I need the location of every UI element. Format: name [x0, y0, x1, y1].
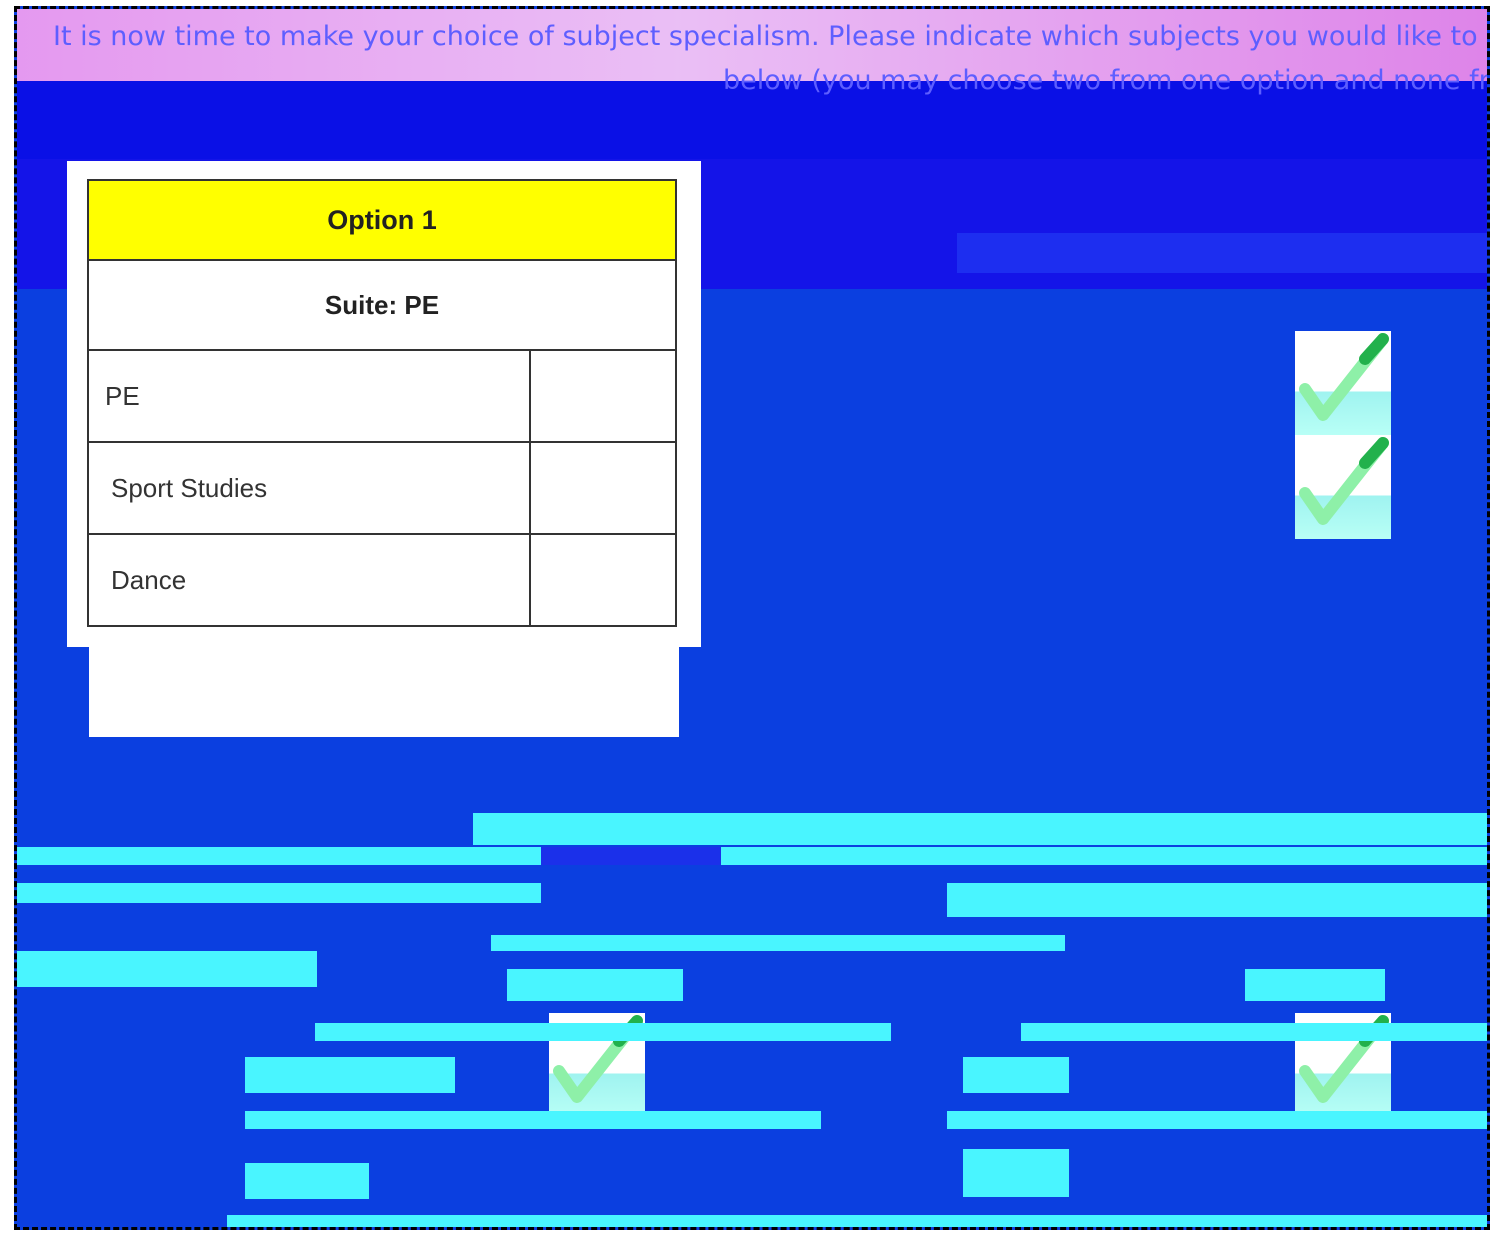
suite-title: Suite: PE — [87, 259, 677, 351]
subject-choice-box[interactable] — [529, 533, 677, 627]
subject-label: PE — [87, 349, 531, 443]
artifact-stripe — [947, 883, 1487, 917]
artifact-stripe — [473, 813, 1487, 845]
artifact-stripe — [315, 1023, 891, 1041]
card-lower-panel — [89, 647, 679, 737]
artifact-stripe — [227, 1215, 1487, 1227]
artifact-stripe — [491, 935, 1065, 951]
artifact-stripe — [245, 1163, 369, 1199]
subject-choice-box[interactable] — [529, 441, 677, 535]
artifact-stripe — [1021, 1023, 1487, 1041]
checkmark-icon — [1295, 435, 1391, 539]
document-page: It is now time to make your choice of su… — [14, 6, 1490, 1230]
option-header: Option 1 — [87, 179, 677, 261]
intro-text: It is now time to make your choice of su… — [17, 9, 1487, 159]
table-row: PE — [87, 349, 677, 443]
artifact-stripe — [245, 1057, 455, 1093]
table-row: Dance — [87, 533, 677, 627]
artifact-stripe — [963, 1057, 1069, 1093]
checkmark-icon — [1295, 331, 1391, 435]
artifact-stripe — [947, 1111, 1487, 1129]
band-strip — [957, 233, 1487, 273]
subject-choice-box[interactable] — [529, 349, 677, 443]
artifact-stripe — [963, 1149, 1069, 1197]
subject-label: Dance — [87, 533, 531, 627]
table-row: Sport Studies — [87, 441, 677, 535]
artifact-stripe — [541, 847, 721, 865]
subject-label: Sport Studies — [87, 441, 531, 535]
artifact-stripe — [17, 951, 317, 987]
artifact-stripe — [17, 847, 1487, 865]
artifact-stripe — [245, 1111, 821, 1129]
artifact-stripe — [1245, 969, 1385, 1001]
intro-line-1: It is now time to make your choice of su… — [53, 21, 1487, 52]
artifact-stripe — [507, 969, 683, 1001]
intro-line-2: below (you may choose two from one optio… — [723, 65, 1487, 96]
artifact-stripe — [17, 883, 541, 903]
option-card: Option 1 Suite: PE PE Sport Studies Danc… — [67, 161, 701, 647]
option-table: Option 1 Suite: PE PE Sport Studies Danc… — [87, 179, 677, 627]
